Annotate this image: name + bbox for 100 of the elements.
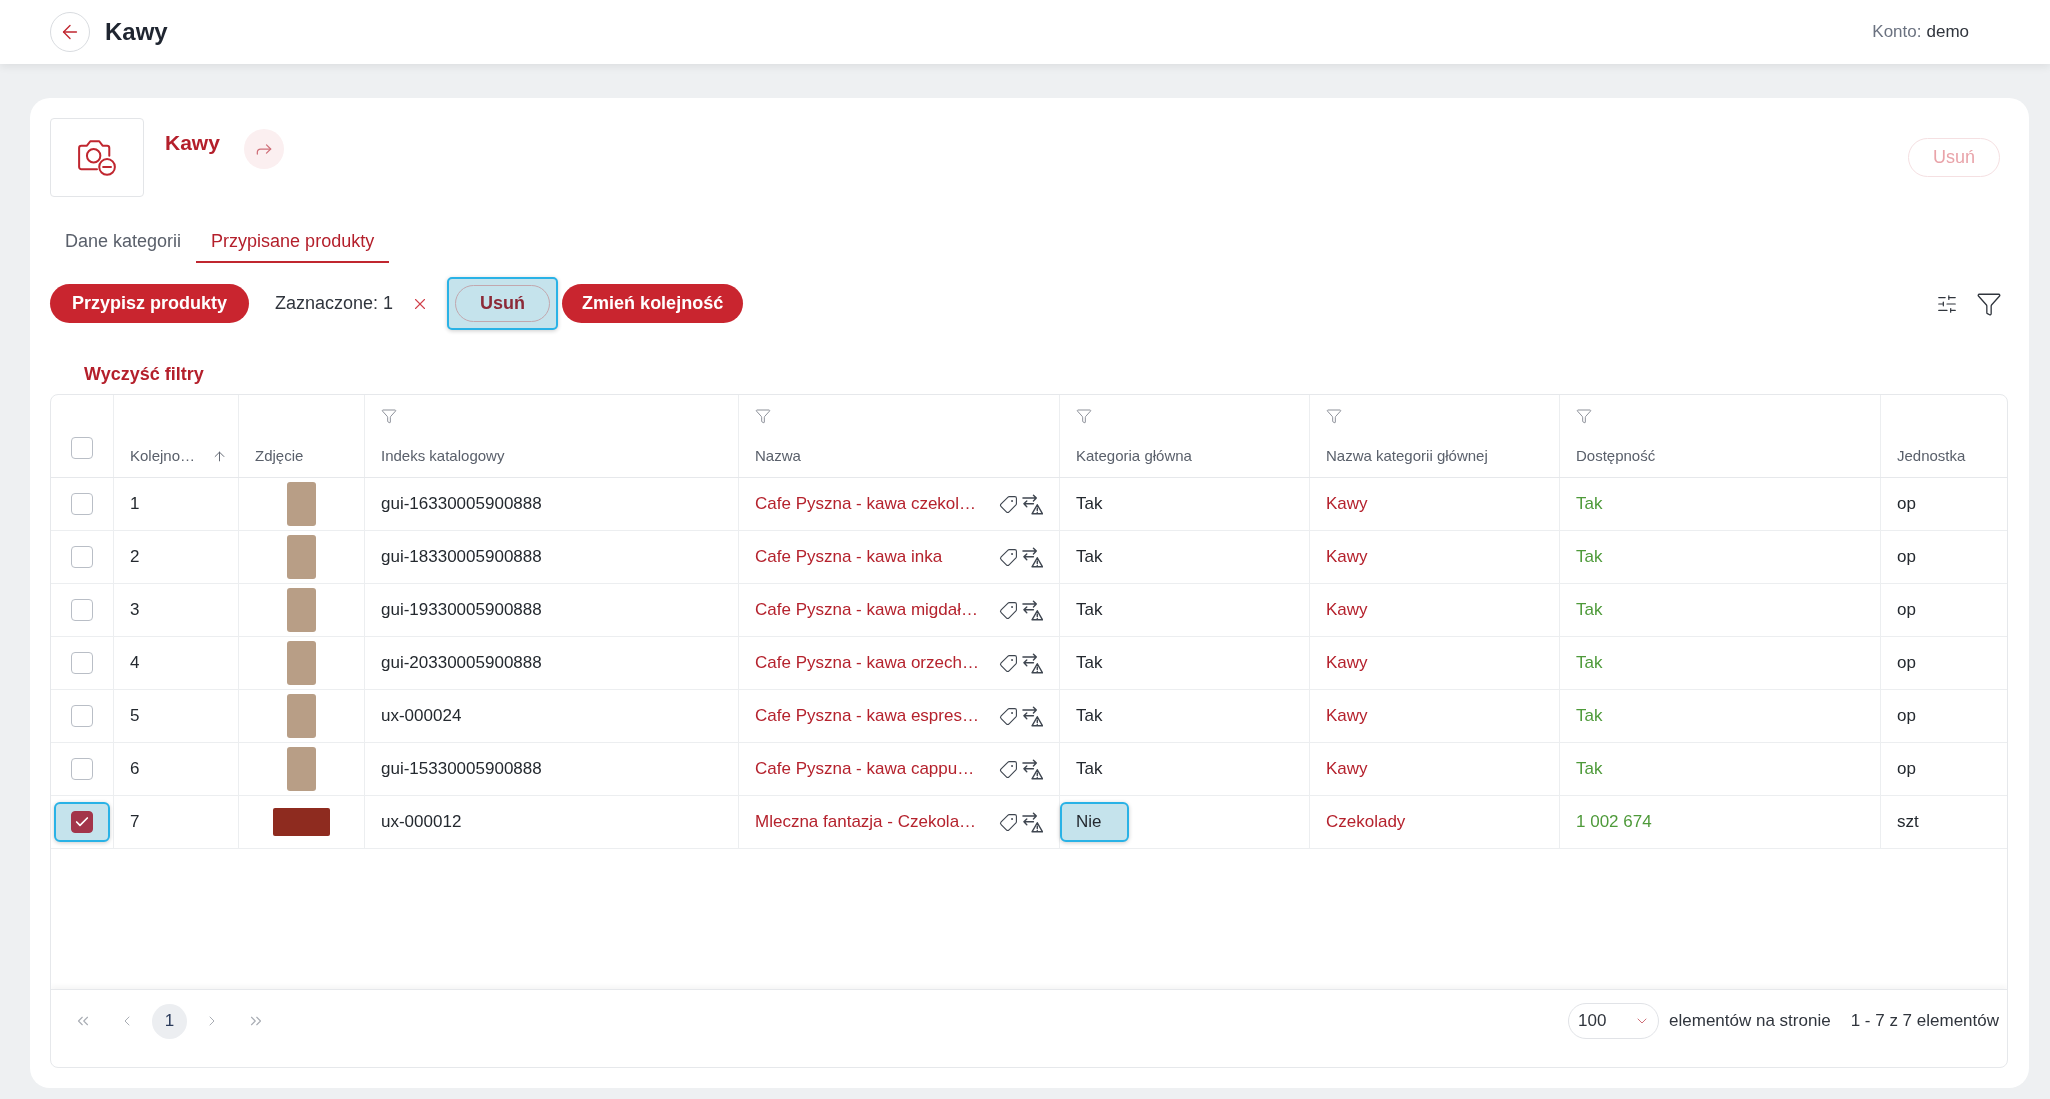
selection-count: Zaznaczone: 1 bbox=[275, 292, 394, 315]
catalog-index: gui-18330005900888 bbox=[381, 546, 542, 569]
tab[interactable]: Przypisane produkty bbox=[196, 221, 390, 263]
row-checkbox[interactable] bbox=[71, 493, 93, 515]
unit-value: op bbox=[1897, 652, 1916, 675]
product-name-link[interactable]: Cafe Pyszna - kawa orzech… bbox=[755, 650, 979, 676]
catalog-index: gui-20330005900888 bbox=[381, 652, 542, 675]
range-summary: 1 - 7 z 7 elementów bbox=[1850, 1010, 1999, 1033]
column-header[interactable]: Indeks katalogowy bbox=[381, 447, 505, 465]
catalog-index: ux-000024 bbox=[381, 705, 462, 728]
product-name-link[interactable]: Cafe Pyszna - kawa espres… bbox=[755, 703, 979, 729]
product-name-link[interactable]: Cafe Pyszna - kawa cappu… bbox=[755, 756, 975, 782]
row-checkbox[interactable] bbox=[71, 652, 93, 674]
page-number-button[interactable]: 1 bbox=[152, 1003, 187, 1039]
assign-products-button[interactable]: Przypisz produkty bbox=[50, 284, 250, 323]
main-category-value: Nie bbox=[1060, 802, 1129, 842]
back-button[interactable] bbox=[50, 12, 90, 52]
tag-icon[interactable] bbox=[999, 600, 1018, 620]
unit-value: op bbox=[1897, 705, 1916, 728]
column-filter-icon[interactable] bbox=[1576, 408, 1592, 424]
order-number: 2 bbox=[130, 546, 140, 569]
column-header[interactable]: Nazwa kategorii głównej bbox=[1326, 447, 1488, 465]
category-name: Kawy bbox=[165, 130, 220, 156]
tag-icon[interactable] bbox=[999, 706, 1018, 726]
row-checkbox[interactable] bbox=[71, 705, 93, 727]
product-name-link[interactable]: Cafe Pyszna - kawa czekol… bbox=[755, 491, 977, 517]
tag-icon[interactable] bbox=[999, 812, 1018, 832]
swap-warning-icon bbox=[1022, 705, 1043, 727]
account-name: demo bbox=[1926, 21, 1969, 44]
account-label: Konto: bbox=[1872, 21, 1922, 44]
category-name-link[interactable]: Kawy bbox=[1326, 703, 1368, 729]
availability-value: 1 002 674 bbox=[1576, 811, 1652, 834]
swap-warning-icon bbox=[1022, 811, 1043, 833]
unit-value: op bbox=[1897, 599, 1916, 622]
main-category-value: Tak bbox=[1076, 705, 1103, 728]
column-filter-icon[interactable] bbox=[381, 408, 397, 424]
column-header[interactable]: Dostępność bbox=[1576, 447, 1656, 465]
unit-value: op bbox=[1897, 493, 1916, 516]
availability-value: Tak bbox=[1576, 652, 1603, 675]
swap-warning-icon bbox=[1022, 652, 1043, 674]
remove-button[interactable]: Usuń bbox=[447, 277, 559, 330]
unit-value: szt bbox=[1897, 811, 1919, 834]
main-category-value: Tak bbox=[1076, 599, 1103, 622]
page-size-label: elementów na stronie bbox=[1669, 1010, 1831, 1033]
unit-value: op bbox=[1897, 546, 1916, 569]
main-category-value: Tak bbox=[1076, 758, 1103, 781]
page-title: Kawy bbox=[105, 17, 168, 47]
column-filter-icon[interactable] bbox=[1076, 408, 1092, 424]
tab[interactable]: Dane kategorii bbox=[50, 221, 197, 263]
swap-warning-icon bbox=[1022, 599, 1043, 621]
column-header[interactable]: Nazwa bbox=[755, 447, 801, 465]
product-name-link[interactable]: Mleczna fantazja - Czekola… bbox=[755, 809, 977, 835]
main-category-value: Tak bbox=[1076, 652, 1103, 675]
order-number: 6 bbox=[130, 758, 140, 781]
clear-filters-link[interactable]: Wyczyść filtry bbox=[84, 362, 204, 386]
catalog-index: gui-15330005900888 bbox=[381, 758, 542, 781]
tag-icon[interactable] bbox=[999, 547, 1018, 567]
order-number: 7 bbox=[130, 811, 140, 834]
category-name-link[interactable]: Kawy bbox=[1326, 597, 1368, 623]
select-all-checkbox[interactable] bbox=[71, 437, 93, 459]
availability-value: Tak bbox=[1576, 599, 1603, 622]
product-name-link[interactable]: Cafe Pyszna - kawa inka bbox=[755, 544, 943, 570]
main-category-value: Tak bbox=[1076, 493, 1103, 516]
row-checkbox[interactable] bbox=[54, 802, 110, 842]
swap-warning-icon bbox=[1022, 546, 1043, 568]
column-header[interactable]: Kategoria główna bbox=[1076, 447, 1192, 465]
catalog-index: ux-000012 bbox=[381, 811, 462, 834]
category-name-link[interactable]: Czekolady bbox=[1326, 809, 1406, 835]
availability-value: Tak bbox=[1576, 546, 1603, 569]
swap-warning-icon bbox=[1022, 758, 1043, 780]
category-name-link[interactable]: Kawy bbox=[1326, 650, 1368, 676]
column-header[interactable]: Zdjęcie bbox=[255, 447, 304, 465]
availability-value: Tak bbox=[1576, 758, 1603, 781]
catalog-index: gui-19330005900888 bbox=[381, 599, 542, 622]
main-category-value: Tak bbox=[1076, 546, 1103, 569]
camera-minus-icon bbox=[78, 139, 116, 176]
tag-icon[interactable] bbox=[999, 759, 1018, 779]
sliders-icon bbox=[1936, 292, 1958, 315]
unit-value: op bbox=[1897, 758, 1916, 781]
tag-icon[interactable] bbox=[999, 494, 1018, 514]
row-checkbox[interactable] bbox=[71, 599, 93, 621]
row-checkbox[interactable] bbox=[71, 758, 93, 780]
availability-value: Tak bbox=[1576, 705, 1603, 728]
order-number: 4 bbox=[130, 652, 140, 675]
forward-button[interactable] bbox=[243, 129, 284, 169]
category-name-link[interactable]: Kawy bbox=[1326, 491, 1368, 517]
catalog-index: gui-16330005900888 bbox=[381, 493, 542, 516]
category-name-link[interactable]: Kawy bbox=[1326, 756, 1368, 782]
column-filter-icon[interactable] bbox=[1326, 408, 1342, 424]
column-header[interactable]: Kolejno… bbox=[130, 447, 196, 465]
order-number: 1 bbox=[130, 493, 140, 516]
tag-icon[interactable] bbox=[999, 653, 1018, 673]
category-name-link[interactable]: Kawy bbox=[1326, 544, 1368, 570]
reorder-button[interactable]: Zmień kolejność bbox=[562, 284, 744, 323]
row-checkbox[interactable] bbox=[71, 546, 93, 568]
availability-value: Tak bbox=[1576, 493, 1603, 516]
product-name-link[interactable]: Cafe Pyszna - kawa migdał… bbox=[755, 597, 978, 623]
column-filter-icon[interactable] bbox=[755, 408, 771, 424]
column-header[interactable]: Jednostka bbox=[1897, 447, 1966, 465]
order-number: 5 bbox=[130, 705, 140, 728]
